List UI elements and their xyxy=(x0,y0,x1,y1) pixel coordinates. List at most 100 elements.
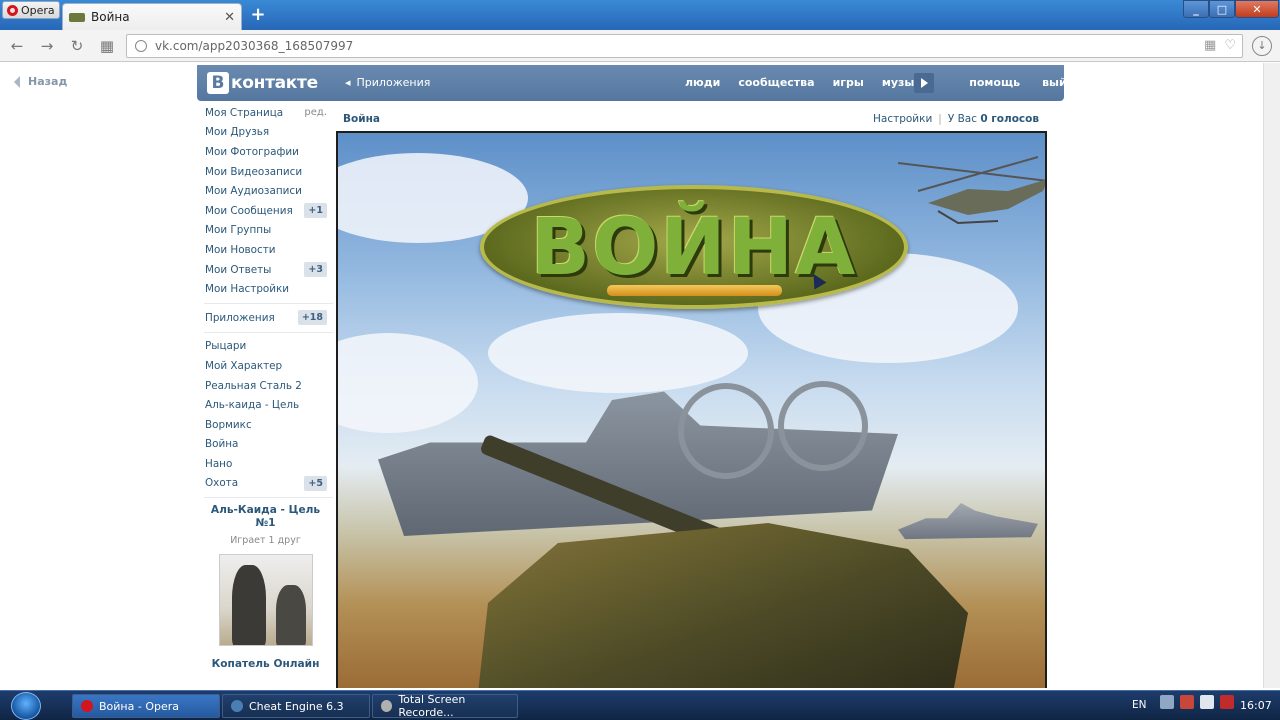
game-logo-text: ВОЙНА xyxy=(530,203,858,293)
loading-bar xyxy=(607,285,782,296)
taskbar-item-cheat-engine[interactable]: Cheat Engine 6.3 xyxy=(222,694,370,718)
tank-favicon-icon xyxy=(69,12,85,22)
clock[interactable]: 16:07 xyxy=(1240,699,1272,712)
task-label: Total Screen Recorde... xyxy=(398,693,466,719)
vk-logo-letter: В xyxy=(207,72,229,94)
game-canvas[interactable]: ВОЙНА xyxy=(336,131,1047,688)
address-url: vk.com/app2030368_168507997 xyxy=(155,39,354,53)
opera-logo-icon xyxy=(7,4,18,16)
taskbar-item-opera[interactable]: Война - Opera xyxy=(72,694,220,718)
apps-breadcrumb-label: Приложения xyxy=(356,76,431,89)
sidebar-item[interactable]: Мой Характер xyxy=(198,356,333,376)
nav-logout[interactable]: выйти xyxy=(1042,76,1081,89)
window-close-icon[interactable]: ✕ xyxy=(1235,0,1279,18)
sidebar-item[interactable]: Рыцари xyxy=(198,337,333,357)
reload-icon[interactable]: ↻ xyxy=(68,37,86,55)
votes-info: У Вас 0 голосов xyxy=(947,113,1039,125)
page-scrollbar[interactable] xyxy=(1263,63,1280,688)
helicopter-image xyxy=(898,156,1045,225)
download-icon[interactable]: ↓ xyxy=(1252,36,1272,56)
start-button[interactable] xyxy=(11,692,41,720)
speed-dial-icon[interactable]: ▦ xyxy=(1204,38,1216,53)
sidebar-item-label: Мои Группы xyxy=(205,224,272,237)
sidebar-item-label: Реальная Сталь 2 xyxy=(205,379,302,392)
address-bar[interactable]: vk.com/app2030368_168507997 ▦ ♡ xyxy=(126,34,1243,58)
new-tab-plus-icon[interactable]: + xyxy=(249,6,267,24)
maximize-icon[interactable]: □ xyxy=(1209,0,1235,18)
sidebar-divider xyxy=(204,497,333,499)
sidebar-item[interactable]: Мои Сообщения +1 xyxy=(198,201,333,221)
sidebar-item[interactable]: Война xyxy=(198,435,333,455)
nav-communities[interactable]: сообщества xyxy=(738,76,814,89)
heart-icon[interactable]: ♡ xyxy=(1224,38,1236,53)
sidebar-item[interactable]: Реальная Сталь 2 xyxy=(198,376,333,396)
volume-icon[interactable] xyxy=(1200,695,1214,709)
cloud xyxy=(338,333,478,433)
promo-title[interactable]: Аль-Каида - Цель №1 xyxy=(198,504,333,530)
system-tray xyxy=(1160,695,1234,709)
sidebar-item[interactable]: Мои Новости xyxy=(198,240,333,260)
nav-games[interactable]: игры xyxy=(833,76,864,89)
speed-dial-grid-icon[interactable]: ▦ xyxy=(98,37,116,55)
sidebar-divider xyxy=(204,331,333,333)
sidebar-item[interactable]: Мои Настройки xyxy=(198,279,333,299)
sidebar-item[interactable]: Мои Видеозаписи xyxy=(198,162,333,182)
game-promo[interactable]: Аль-Каида - Цель №1 Играет 1 друг Копате… xyxy=(198,504,333,670)
app-title[interactable]: Война xyxy=(343,113,380,125)
sidebar-item-label: Мои Друзья xyxy=(205,126,270,139)
promo-game-image[interactable] xyxy=(218,554,313,647)
sidebar-item[interactable]: Нано xyxy=(198,454,333,474)
windows-taskbar: Война - Opera Cheat Engine 6.3 Total Scr… xyxy=(0,690,1280,720)
edit-link[interactable]: ред. xyxy=(304,107,327,118)
network-icon[interactable] xyxy=(1160,695,1174,709)
apps-chevron-icon: ◂ xyxy=(345,76,351,89)
left-sidebar: Моя Страница ред. Мои Друзья Мои Фотографии… xyxy=(198,103,333,670)
sidebar-item[interactable]: Мои Аудиозаписи xyxy=(198,181,333,201)
sidebar-item-label: Война xyxy=(205,438,239,451)
language-indicator[interactable]: EN xyxy=(1132,699,1147,711)
sidebar-item[interactable]: Моя Страница ред. xyxy=(198,103,333,123)
app-settings-link[interactable]: Настройки xyxy=(873,113,932,125)
sidebar-item-label: Мои Ответы xyxy=(205,263,272,276)
recording-icon[interactable] xyxy=(1220,695,1234,709)
nav-people[interactable]: люди xyxy=(685,76,720,89)
app-settings-bar: Настройки | У Вас 0 голосов xyxy=(873,113,1039,125)
apps-breadcrumb[interactable]: ◂ Приложения xyxy=(345,76,430,89)
sidebar-item-label: Охота xyxy=(205,477,239,490)
count-badge: +5 xyxy=(304,475,327,491)
vk-logo[interactable]: В контакте xyxy=(207,72,318,94)
sidebar-item-apps[interactable]: Приложения +18 xyxy=(198,308,333,328)
vk-logo-text: контакте xyxy=(231,73,318,93)
sidebar-item-label: Мои Видеозаписи xyxy=(205,165,303,178)
task-label: Война - Opera xyxy=(99,699,179,713)
cheat-engine-icon xyxy=(231,700,243,712)
opera-icon xyxy=(81,700,93,712)
sidebar-item[interactable]: Аль-каида - Цель xyxy=(198,395,333,415)
sidebar-item[interactable]: Мои Друзья xyxy=(198,123,333,143)
sidebar-item-label: Мои Фотографии xyxy=(205,145,299,158)
vk-top-nav: люди сообщества игры музыка помощь выйти xyxy=(685,76,1081,89)
sidebar-item-label: Мой Характер xyxy=(205,359,283,372)
taskbar-item-recorder[interactable]: Total Screen Recorde... xyxy=(372,693,518,719)
opera-menu-button[interactable]: Opera xyxy=(2,1,60,19)
browser-tab-active[interactable]: Война ✕ xyxy=(62,3,242,30)
sidebar-item[interactable]: Мои Ответы +3 xyxy=(198,260,333,280)
sidebar-item[interactable]: Охота +5 xyxy=(198,474,333,494)
nav-help[interactable]: помощь xyxy=(969,76,1020,89)
back-chevron-icon xyxy=(14,75,20,88)
security-icon[interactable] xyxy=(1180,695,1194,709)
sidebar-item[interactable]: Мои Группы xyxy=(198,221,333,241)
globe-icon xyxy=(135,40,147,52)
sidebar-item[interactable]: Вормикс xyxy=(198,415,333,435)
minimize-icon[interactable]: _ xyxy=(1183,0,1209,18)
sidebar-item-label: Приложения xyxy=(205,311,275,324)
music-play-icon[interactable] xyxy=(914,73,934,93)
tab-close-icon[interactable]: ✕ xyxy=(224,10,235,25)
sidebar-item[interactable]: Мои Фотографии xyxy=(198,142,333,162)
votes-value[interactable]: 0 голосов xyxy=(980,113,1039,125)
forward-arrow-icon[interactable]: → xyxy=(38,37,56,55)
back-link[interactable]: Назад xyxy=(14,75,67,88)
promo2-title[interactable]: Копатель Онлайн xyxy=(198,658,333,670)
app-header: Война Настройки | У Вас 0 голосов xyxy=(336,109,1047,131)
back-arrow-icon[interactable]: ← xyxy=(8,37,26,55)
